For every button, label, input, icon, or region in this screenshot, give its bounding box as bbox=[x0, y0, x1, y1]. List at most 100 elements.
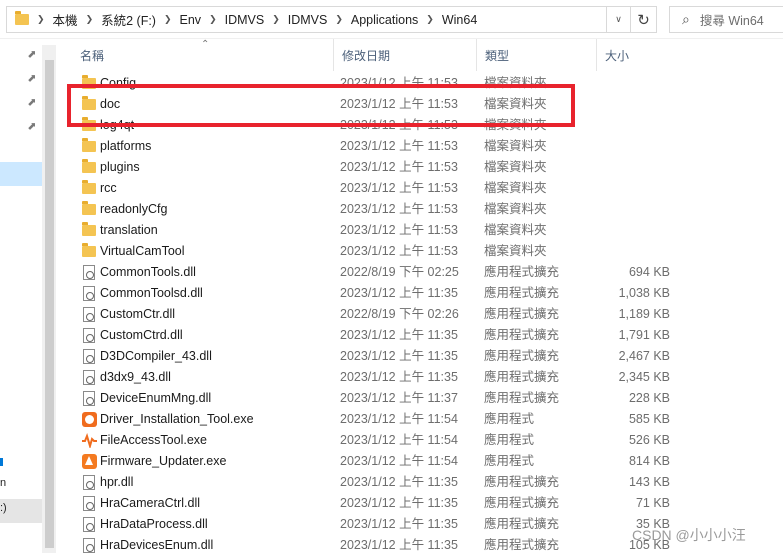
pin-icon[interactable]: ⬆ bbox=[24, 71, 40, 86]
file-size: 2,467 KB bbox=[618, 349, 670, 363]
pin-icon[interactable]: ⬆ bbox=[24, 119, 40, 134]
file-date-modified: 2023/1/12 上午 11:53 bbox=[340, 223, 458, 237]
driver-tool-icon bbox=[82, 412, 97, 427]
file-name: rcc bbox=[100, 181, 117, 195]
dll-file-icon bbox=[83, 496, 95, 511]
breadcrumb-idmvs-2[interactable]: IDMVS bbox=[288, 13, 328, 27]
file-row[interactable]: Config 2023/1/12 上午 11:53 檔案資料夾 bbox=[56, 73, 783, 94]
file-size: 585 KB bbox=[628, 412, 670, 426]
address-bar[interactable]: ❯ 本機 ❯ 系統2 (F:) ❯ Env ❯ IDMVS ❯ IDMVS ❯ … bbox=[6, 6, 607, 33]
file-row[interactable]: HraCameraCtrl.dll 2023/1/12 上午 11:35 應用程式擴… bbox=[56, 493, 783, 514]
column-name[interactable]: 名稱 bbox=[72, 39, 334, 71]
dll-file-icon bbox=[83, 307, 95, 322]
file-row[interactable]: doc 2023/1/12 上午 11:53 檔案資料夾 bbox=[56, 94, 783, 115]
file-name: Firmware_Updater.exe bbox=[100, 454, 227, 468]
chevron-right-icon[interactable]: ❯ bbox=[209, 14, 217, 25]
file-name: FileAccessTool.exe bbox=[100, 433, 207, 447]
search-input[interactable]: ⌕ 搜尋 Win64 bbox=[669, 6, 783, 33]
pin-icon[interactable]: ⬆ bbox=[24, 47, 40, 62]
file-date-modified: 2023/1/12 上午 11:53 bbox=[340, 160, 458, 174]
file-row[interactable]: D3DCompiler_43.dll 2023/1/12 上午 11:35 應用程式… bbox=[56, 346, 783, 367]
file-name: log4qt bbox=[100, 118, 135, 132]
navigation-pane: ⬆ ⬆ ⬆ ⬆ n :) bbox=[0, 39, 42, 553]
pin-icon[interactable]: ⬆ bbox=[24, 95, 40, 110]
file-row[interactable]: plugins 2023/1/12 上午 11:53 檔案資料夾 bbox=[56, 157, 783, 178]
file-row[interactable]: readonlyCfg 2023/1/12 上午 11:53 檔案資料夾 bbox=[56, 199, 783, 220]
file-row[interactable]: platforms 2023/1/12 上午 11:53 檔案資料夾 bbox=[56, 136, 783, 157]
file-type: 應用程式擴充 bbox=[484, 496, 560, 510]
file-name: DeviceEnumMng.dll bbox=[100, 391, 212, 405]
nav-item-label[interactable]: :) bbox=[0, 502, 7, 514]
file-name: Config bbox=[100, 76, 137, 90]
firmware-updater-icon bbox=[82, 454, 97, 469]
file-row[interactable]: rcc 2023/1/12 上午 11:53 檔案資料夾 bbox=[56, 178, 783, 199]
chevron-down-icon: ∨ bbox=[615, 14, 622, 24]
refresh-button[interactable]: ↻ bbox=[630, 6, 657, 33]
file-size: 228 KB bbox=[628, 391, 670, 405]
file-date-modified: 2022/8/19 下午 02:25 bbox=[340, 265, 459, 279]
file-date-modified: 2023/1/12 上午 11:35 bbox=[340, 496, 458, 510]
dll-file-icon bbox=[83, 370, 95, 385]
chevron-right-icon[interactable]: ❯ bbox=[426, 14, 434, 25]
address-toolbar: ❯ 本機 ❯ 系統2 (F:) ❯ Env ❯ IDMVS ❯ IDMVS ❯ … bbox=[0, 0, 783, 39]
file-type: 應用程式擴充 bbox=[484, 307, 560, 321]
file-name: platforms bbox=[100, 139, 152, 153]
file-type: 應用程式擴充 bbox=[484, 517, 560, 531]
breadcrumb-this-pc[interactable]: 本機 bbox=[53, 10, 78, 29]
file-row[interactable]: d3dx9_43.dll 2023/1/12 上午 11:35 應用程式擴充 2,34… bbox=[56, 367, 783, 388]
file-size: 71 KB bbox=[635, 496, 670, 510]
folder-icon bbox=[82, 180, 96, 194]
file-row[interactable]: DeviceEnumMng.dll 2023/1/12 上午 11:37 應用程式擴… bbox=[56, 388, 783, 409]
folder-icon bbox=[15, 11, 29, 25]
file-row[interactable]: translation 2023/1/12 上午 11:53 檔案資料夾 bbox=[56, 220, 783, 241]
nav-pane-scroll-thumb[interactable] bbox=[45, 60, 54, 548]
dll-file-icon bbox=[83, 349, 95, 364]
breadcrumb-win64[interactable]: Win64 bbox=[442, 13, 477, 27]
search-icon: ⌕ bbox=[682, 11, 690, 27]
nav-item-selected[interactable] bbox=[0, 162, 42, 186]
file-row[interactable]: HraDataProcess.dll 2023/1/12 上午 11:35 應用程式… bbox=[56, 514, 783, 535]
file-row[interactable]: CustomCtrd.dll 2023/1/12 上午 11:35 應用程式擴充 1,… bbox=[56, 325, 783, 346]
column-date[interactable]: 修改日期 bbox=[334, 39, 476, 71]
file-row[interactable]: hpr.dll 2023/1/12 上午 11:35 應用程式擴充 143 KB bbox=[56, 472, 783, 493]
column-type[interactable]: 類型 bbox=[477, 39, 596, 71]
file-name: HraDataProcess.dll bbox=[100, 517, 208, 531]
file-row[interactable]: CommonToolsd.dll 2023/1/12 上午 11:35 應用程式擴充… bbox=[56, 283, 783, 304]
file-date-modified: 2023/1/12 上午 11:53 bbox=[340, 139, 458, 153]
breadcrumb-idmvs[interactable]: IDMVS bbox=[225, 13, 265, 27]
file-size: 1,791 KB bbox=[618, 328, 670, 342]
file-row[interactable]: log4qt 2023/1/12 上午 11:53 檔案資料夾 bbox=[56, 115, 783, 136]
file-date-modified: 2023/1/12 上午 11:53 bbox=[340, 202, 458, 216]
file-row[interactable]: HraDevicesEnum.dll 2023/1/12 上午 11:35 應用程式… bbox=[56, 535, 783, 553]
column-size[interactable]: 大小 bbox=[597, 39, 677, 71]
file-row[interactable]: Firmware_Updater.exe 2023/1/12 上午 11:54 應用… bbox=[56, 451, 783, 472]
file-row[interactable]: CustomCtr.dll 2022/8/19 下午 02:26 應用程式擴充 1,1… bbox=[56, 304, 783, 325]
file-row[interactable]: VirtualCamTool 2023/1/12 上午 11:53 檔案資料夾 bbox=[56, 241, 783, 262]
file-type: 應用程式擴充 bbox=[484, 286, 560, 300]
folder-icon bbox=[82, 159, 96, 173]
folder-icon bbox=[82, 117, 96, 131]
folder-icon bbox=[82, 96, 96, 110]
file-size: 2,345 KB bbox=[618, 370, 670, 384]
chevron-right-icon[interactable]: ❯ bbox=[335, 14, 343, 25]
file-date-modified: 2023/1/12 上午 11:53 bbox=[340, 97, 458, 111]
file-name: CustomCtr.dll bbox=[100, 307, 176, 321]
file-row[interactable]: CommonTools.dll 2022/8/19 下午 02:25 應用程式擴充 6… bbox=[56, 262, 783, 283]
chevron-right-icon[interactable]: ❯ bbox=[272, 14, 280, 25]
breadcrumb-drive[interactable]: 系統2 (F:) bbox=[101, 10, 156, 29]
file-name: translation bbox=[100, 223, 158, 237]
file-size bbox=[598, 94, 670, 115]
file-type: 應用程式擴充 bbox=[484, 538, 560, 552]
breadcrumb-env[interactable]: Env bbox=[180, 13, 202, 27]
file-row[interactable]: FileAccessTool.exe 2023/1/12 上午 11:54 應用程式… bbox=[56, 430, 783, 451]
file-size bbox=[598, 136, 670, 157]
nav-item-label[interactable]: n bbox=[0, 477, 6, 489]
chevron-right-icon[interactable]: ❯ bbox=[86, 14, 94, 25]
file-type: 檔案資料夾 bbox=[484, 160, 547, 174]
breadcrumb-applications[interactable]: Applications bbox=[351, 13, 418, 27]
address-history-dropdown[interactable]: ∨ bbox=[607, 6, 630, 33]
chevron-right-icon[interactable]: ❯ bbox=[37, 14, 45, 25]
dll-file-icon bbox=[83, 538, 95, 553]
chevron-right-icon[interactable]: ❯ bbox=[164, 14, 172, 25]
file-row[interactable]: Driver_Installation_Tool.exe 2023/1/12 上午… bbox=[56, 409, 783, 430]
